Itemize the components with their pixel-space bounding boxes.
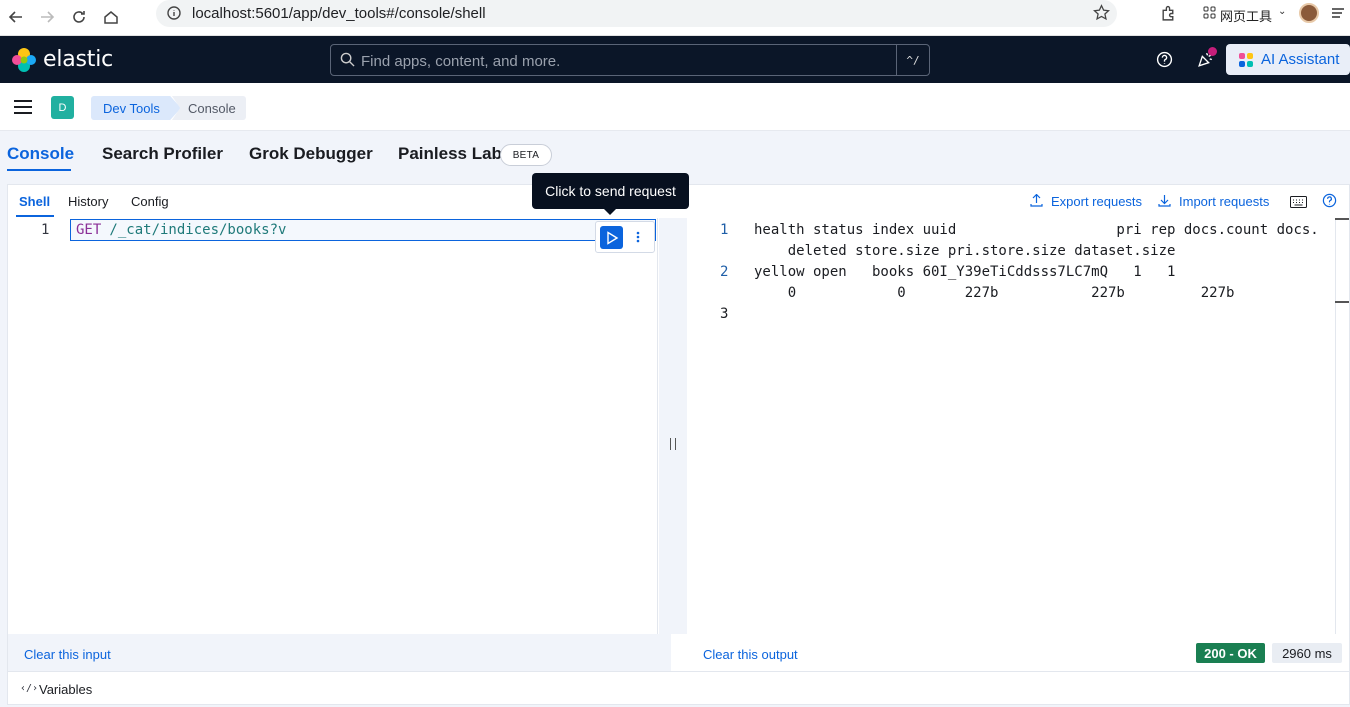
- play-icon: [606, 230, 618, 245]
- breadcrumb-dev-tools[interactable]: Dev Tools: [91, 96, 181, 120]
- subtab-config[interactable]: Config: [131, 194, 169, 209]
- hamburger-menu-icon[interactable]: [13, 99, 33, 120]
- home-icon[interactable]: [98, 4, 124, 30]
- global-search[interactable]: ^/: [330, 44, 930, 76]
- console-help-icon[interactable]: [1322, 193, 1337, 213]
- breadcrumb-bar: D Dev Tools Console: [0, 83, 1350, 131]
- back-icon[interactable]: [3, 4, 29, 30]
- apps-grid-icon[interactable]: [1203, 6, 1216, 24]
- tab-painless-lab[interactable]: Painless Lab: [398, 144, 502, 164]
- scroll-marker: [1335, 218, 1349, 220]
- tab-search-profiler[interactable]: Search Profiler: [102, 144, 223, 164]
- extensions-icon[interactable]: [1160, 5, 1177, 27]
- search-shortcut-badge: ^/: [896, 45, 929, 75]
- app-header: elastic ^/ AI Assistant: [0, 36, 1350, 83]
- tab-grok-debugger[interactable]: Grok Debugger: [249, 144, 373, 164]
- code-icon: ‹/›: [20, 683, 39, 694]
- line-number: 1: [41, 222, 50, 238]
- tooltip-arrow: [603, 208, 617, 215]
- status-badge: 200 - OK: [1196, 643, 1265, 663]
- output-line-number: 3: [720, 306, 729, 322]
- beta-badge: BETA: [500, 144, 552, 166]
- menu-lines-icon[interactable]: [1330, 5, 1346, 26]
- reload-icon[interactable]: [66, 4, 92, 30]
- browser-toolbar: localhost:5601/app/dev_tools#/console/sh…: [0, 0, 1350, 36]
- chevron-down-icon[interactable]: ⌄: [1278, 6, 1286, 17]
- request-actions: [595, 221, 655, 253]
- output-scrollbar[interactable]: [1335, 218, 1336, 634]
- duration-badge: 2960 ms: [1272, 643, 1342, 663]
- url-text: localhost:5601/app/dev_tools#/console/sh…: [192, 5, 486, 22]
- clear-input-button[interactable]: Clear this input: [24, 647, 111, 662]
- space-avatar[interactable]: D: [51, 96, 74, 119]
- subtab-shell[interactable]: Shell: [19, 194, 50, 209]
- bookmark-star-icon[interactable]: [1093, 4, 1110, 26]
- response-output[interactable]: 1 health status index uuid pri rep docs.…: [687, 218, 1349, 634]
- search-input[interactable]: [361, 51, 891, 71]
- elastic-logo-text[interactable]: elastic: [43, 47, 113, 72]
- request-method: GET: [76, 222, 102, 238]
- tab-console[interactable]: Console: [7, 144, 74, 164]
- help-icon[interactable]: [1156, 51, 1173, 73]
- output-line: yellow open books 60I_Y39eTiCddsss7LC7mQ…: [754, 264, 1176, 280]
- breadcrumb-console: Console: [172, 96, 246, 120]
- output-line: deleted store.size pri.store.size datase…: [754, 243, 1176, 259]
- forward-icon[interactable]: [34, 4, 60, 30]
- output-line: 0 0 227b 227b 227b: [754, 285, 1235, 301]
- dev-tools-main: Console Search Profiler Grok Debugger Pa…: [0, 131, 1350, 707]
- request-editor[interactable]: 1 GET /_cat/indices/books?v: [8, 218, 658, 634]
- clear-output-button[interactable]: Clear this output: [703, 647, 798, 662]
- more-options-icon[interactable]: [636, 228, 640, 249]
- site-info-icon[interactable]: [166, 5, 182, 26]
- active-tab-underline: [7, 169, 71, 171]
- output-line: health status index uuid pri rep docs.co…: [754, 222, 1319, 238]
- pane-resizer[interactable]: [659, 218, 687, 634]
- scroll-marker: [1335, 301, 1349, 303]
- export-icon: [1030, 193, 1043, 212]
- subtab-history[interactable]: History: [68, 194, 108, 209]
- variables-bar[interactable]: ‹/› Variables: [8, 671, 1349, 704]
- import-icon: [1158, 194, 1171, 212]
- console-panel: Shell History Config Export requests Imp…: [7, 173, 1350, 705]
- elastic-logo-icon[interactable]: [11, 47, 37, 78]
- notification-dot: [1208, 47, 1217, 56]
- variables-label: Variables: [39, 682, 93, 697]
- address-bar[interactable]: localhost:5601/app/dev_tools#/console/sh…: [156, 0, 1117, 27]
- send-request-button[interactable]: [600, 226, 623, 249]
- output-line-number: 1: [720, 222, 729, 238]
- import-requests-button[interactable]: Import requests: [1179, 194, 1269, 209]
- active-request-highlight[interactable]: GET /_cat/indices/books?v: [70, 219, 656, 241]
- profile-avatar[interactable]: [1299, 3, 1319, 23]
- ai-assistant-label: AI Assistant: [1261, 51, 1340, 68]
- web-tools-menu[interactable]: 网页工具: [1220, 6, 1272, 25]
- resize-handle-icon[interactable]: [670, 438, 676, 450]
- send-request-tooltip: Click to send request: [532, 173, 689, 209]
- ai-assistant-button[interactable]: AI Assistant: [1226, 44, 1350, 75]
- export-requests-button[interactable]: Export requests: [1051, 194, 1142, 209]
- search-icon: [340, 52, 355, 72]
- ai-assistant-icon: [1238, 52, 1254, 72]
- active-subtab-underline: [16, 215, 54, 217]
- input-footer: Clear this input: [8, 634, 671, 671]
- output-footer: Clear this output 200 - OK 2960 ms: [687, 634, 1349, 671]
- request-path: /_cat/indices/books?v: [101, 222, 287, 238]
- output-line-number: 2: [720, 264, 729, 280]
- keyboard-shortcuts-icon[interactable]: [1290, 195, 1307, 213]
